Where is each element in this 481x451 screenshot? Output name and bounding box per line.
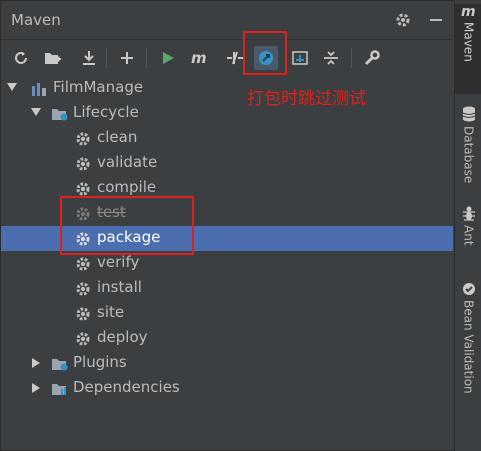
maven-toolbar: m (1, 40, 453, 76)
tree-row-phase-install[interactable]: install (1, 276, 453, 301)
sidebar-tab-label: Maven (461, 22, 476, 62)
plugins-folder-icon (51, 355, 69, 373)
gear-icon (74, 130, 92, 148)
sidebar-tab-label: Ant (461, 225, 476, 246)
gear-icon (74, 280, 92, 298)
annotation-text: 打包时跳过测试 (247, 89, 366, 109)
gear-icon (74, 305, 92, 323)
phase-label: install (97, 278, 142, 296)
bean-validation-icon (462, 283, 475, 295)
collapse-all-icon[interactable] (319, 46, 343, 70)
gear-icon[interactable] (393, 10, 413, 30)
download-icon[interactable] (77, 46, 101, 70)
maven-project-icon (30, 80, 48, 98)
phase-label: site (97, 303, 125, 321)
phase-label: deploy (97, 328, 148, 346)
run-icon[interactable] (156, 46, 180, 70)
sidebar-tab-ant[interactable]: Ant (455, 205, 481, 265)
tree-row-phase-deploy[interactable]: deploy (1, 326, 453, 351)
chevron-right-icon[interactable] (32, 358, 40, 368)
tree-row-plugins[interactable]: Plugins (1, 351, 453, 376)
minimize-icon[interactable] (426, 10, 446, 30)
highlight-skip-tests-box (243, 31, 287, 75)
show-dependencies-icon[interactable] (288, 46, 312, 70)
wrench-icon[interactable] (360, 46, 384, 70)
add-maven-project-icon[interactable] (41, 46, 65, 70)
project-label: FilmManage (53, 78, 144, 96)
maven-icon: m (461, 4, 476, 18)
tree-row-lifecycle[interactable]: Lifecycle (1, 101, 453, 126)
lifecycle-folder-icon (51, 105, 69, 123)
database-icon (462, 106, 475, 122)
gear-icon (74, 255, 92, 273)
chevron-down-icon[interactable] (7, 83, 17, 91)
phase-label: verify (97, 253, 140, 271)
execute-maven-goal-icon[interactable]: m (189, 46, 213, 70)
tree-row-phase-clean[interactable]: clean (1, 126, 453, 151)
sidebar-tab-database[interactable]: Database (455, 106, 481, 196)
sidebar-tab-label: Database (461, 126, 476, 184)
tree-row-project[interactable]: FilmManage (1, 76, 453, 101)
plus-icon[interactable] (115, 46, 139, 70)
svg-text:m: m (191, 50, 207, 66)
chevron-down-icon[interactable] (31, 108, 41, 116)
dependencies-folder-icon (51, 380, 69, 398)
svg-text:m: m (461, 4, 476, 18)
tree-row-phase-validate[interactable]: validate (1, 151, 453, 176)
phase-label: compile (97, 178, 157, 196)
sidebar-tab-maven[interactable]: m Maven (455, 4, 481, 94)
plugins-label: Plugins (73, 353, 127, 371)
gear-icon (74, 155, 92, 173)
ant-icon (462, 206, 475, 221)
highlight-test-package-box (60, 196, 194, 255)
panel-header: Maven (1, 1, 453, 40)
phase-label: clean (97, 128, 138, 146)
chevron-right-icon[interactable] (32, 383, 40, 393)
reload-icon[interactable] (9, 46, 33, 70)
dependencies-label: Dependencies (73, 378, 180, 396)
sidebar-tab-label: Bean Validation (461, 300, 476, 394)
lifecycle-label: Lifecycle (73, 103, 139, 121)
phase-label: validate (97, 153, 158, 171)
gear-icon (74, 330, 92, 348)
sidebar-tab-bean-validation[interactable]: Bean Validation (455, 282, 481, 412)
right-tool-stripe: m Maven Database Ant Bean Validation (454, 0, 481, 451)
panel-title: Maven (11, 11, 61, 29)
tree-row-dependencies[interactable]: Dependencies (1, 376, 453, 401)
tree-row-phase-site[interactable]: site (1, 301, 453, 326)
